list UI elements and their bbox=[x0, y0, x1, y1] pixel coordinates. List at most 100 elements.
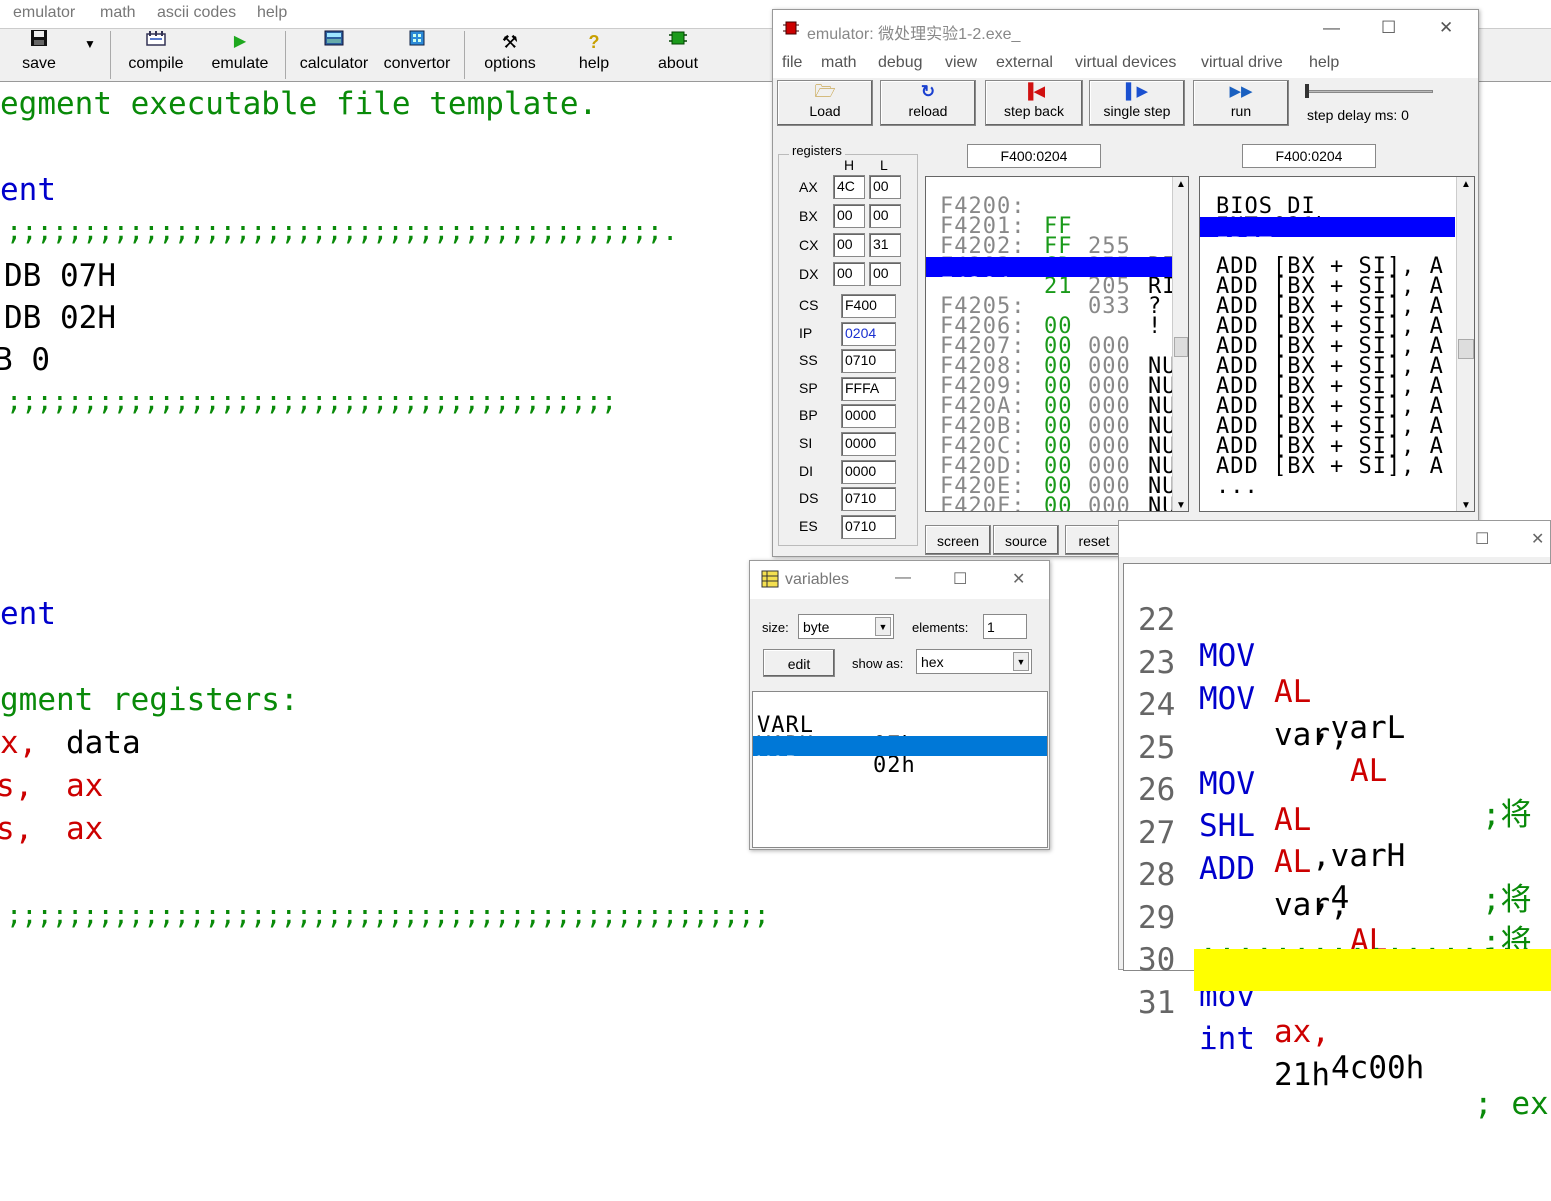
memory-row[interactable]: F4205: 00 000 NU bbox=[926, 277, 1188, 378]
memory-row[interactable]: F420D: 00 000 NU bbox=[926, 437, 1188, 512]
disasm-row[interactable]: ADD [BX + SI], A bbox=[1200, 357, 1455, 398]
memory-row[interactable]: F420A: 00 000 NU bbox=[926, 377, 1188, 478]
scroll-down-icon[interactable]: ▼ bbox=[1461, 500, 1471, 511]
disasm-row[interactable]: ADD [BX + SI], A bbox=[1200, 257, 1455, 298]
memory-row[interactable]: F4200: FF 255 RI bbox=[926, 177, 1188, 278]
register-low-field[interactable]: 00 bbox=[869, 262, 901, 286]
variable-row[interactable]: VARL 07h bbox=[753, 696, 1047, 757]
register-high-field[interactable]: 00 bbox=[833, 262, 865, 286]
disasm-row[interactable]: ADD [BX + SI], A bbox=[1200, 377, 1455, 418]
disasm-scrollbar[interactable]: ▲ ▼ bbox=[1456, 177, 1474, 511]
help-button[interactable]: ? help bbox=[566, 29, 622, 81]
emu-menu-math[interactable]: math bbox=[821, 54, 857, 72]
screen-button[interactable]: screen bbox=[925, 525, 991, 555]
menu-emulator[interactable]: emulator bbox=[13, 4, 75, 22]
disasm-row[interactable]: ADD [BX + SI], A bbox=[1200, 417, 1455, 458]
register-field[interactable]: 0000 bbox=[841, 432, 896, 456]
maximize-icon[interactable]: ☐ bbox=[953, 569, 967, 589]
register-field[interactable]: 0710 bbox=[841, 514, 896, 539]
reload-button[interactable]: ↻ reload bbox=[880, 80, 976, 126]
memory-row[interactable]: F420E: 00 000 NU bbox=[926, 457, 1188, 512]
register-field[interactable]: 0000 bbox=[841, 404, 896, 429]
minimize-icon[interactable]: — bbox=[1323, 18, 1340, 38]
memory-row[interactable]: F4209: 00 000 NU bbox=[926, 357, 1188, 458]
source-line[interactable]: 27 ADD var, AL bbox=[1124, 779, 1551, 959]
emulate-button[interactable]: ▶ emulate bbox=[204, 29, 276, 81]
source-line[interactable]: 29 ;;;;;;;;;;;;;;;;;; bbox=[1124, 864, 1551, 972]
disasm-row[interactable]: ADD [BX + SI], A bbox=[1200, 297, 1455, 338]
scroll-down-icon[interactable]: ▼ bbox=[1176, 500, 1186, 511]
register-field[interactable]: FFFA bbox=[841, 376, 896, 401]
variable-row[interactable]: VARH 02h bbox=[753, 716, 1047, 777]
disasm-row[interactable]: ADD [BX + SI], A bbox=[1200, 337, 1455, 378]
compile-button[interactable]: compile bbox=[120, 29, 192, 81]
about-button[interactable]: about bbox=[648, 29, 708, 81]
disasm-row[interactable]: ADD [BX + SI], A bbox=[1200, 317, 1455, 358]
register-high-field[interactable]: 00 bbox=[833, 204, 865, 228]
source-line[interactable]: 28 bbox=[1124, 821, 1551, 893]
restore-icon[interactable]: ☐ bbox=[1475, 529, 1489, 549]
emu-menu-external[interactable]: external bbox=[996, 54, 1053, 72]
close-icon[interactable]: ✕ bbox=[1531, 529, 1544, 549]
memory-row[interactable]: F4203: 21 033 ! bbox=[926, 237, 1188, 338]
disasm-row[interactable]: ADD [BX + SI], A bbox=[1200, 237, 1455, 278]
disassembly-list[interactable]: BIOS DI INT 021h IRET ADD [BX + SI], A A… bbox=[1199, 176, 1475, 512]
memory-row[interactable]: F4204: CF 207 ? bbox=[926, 257, 1188, 358]
disasm-row[interactable]: ADD [BX + SI], A bbox=[1200, 437, 1455, 478]
memory-row[interactable]: F4206: 00 000 NU bbox=[926, 297, 1188, 398]
menu-ascii-codes[interactable]: ascii codes bbox=[157, 4, 236, 22]
close-icon[interactable]: ✕ bbox=[1439, 18, 1453, 38]
step-delay-control[interactable]: step delay ms: 0 bbox=[1299, 80, 1439, 126]
source-line[interactable]: 25 MOV AL ,varH ;将 bbox=[1124, 694, 1551, 918]
variables-titlebar[interactable]: variables — ☐ ✕ bbox=[750, 561, 1049, 599]
save-button[interactable]: save bbox=[14, 29, 64, 81]
register-field[interactable]: 0710 bbox=[841, 349, 896, 374]
disasm-row[interactable]: INT 021h bbox=[1200, 197, 1455, 238]
variable-row[interactable]: VAR 27h bbox=[753, 736, 1047, 797]
load-button[interactable]: 🗁 Load bbox=[777, 80, 873, 126]
step-back-button[interactable]: ▐◀ step back bbox=[985, 80, 1083, 126]
disasm-row[interactable]: IRET bbox=[1200, 217, 1455, 258]
register-high-field[interactable]: 4C bbox=[833, 175, 865, 199]
memory-scroll-thumb[interactable] bbox=[1174, 337, 1188, 357]
source-code-view[interactable]: 22 MOV AL ,varL 23 MOV var, AL ;将 24 25 … bbox=[1123, 563, 1551, 1122]
emu-menu-file[interactable]: file bbox=[782, 54, 802, 72]
convertor-button[interactable]: convertor bbox=[376, 29, 458, 81]
memory-address-field[interactable]: F400:0204 bbox=[967, 144, 1101, 168]
memory-row[interactable]: F420B: 00 000 NU bbox=[926, 397, 1188, 498]
register-low-field[interactable]: 31 bbox=[869, 233, 901, 257]
disasm-row[interactable]: ADD [BX + SI], A bbox=[1200, 277, 1455, 318]
memory-row[interactable]: F4208: 00 000 NU bbox=[926, 337, 1188, 438]
calculator-button[interactable]: calculator bbox=[293, 29, 375, 81]
emu-menu-debug[interactable]: debug bbox=[878, 54, 923, 72]
variables-list[interactable]: VARL 07h VARH 02h VAR 27h bbox=[752, 691, 1048, 848]
disasm-address-field[interactable]: F400:0204 bbox=[1242, 144, 1376, 168]
memory-row[interactable]: F420C: 00 000 NU bbox=[926, 417, 1188, 512]
chevron-down-icon[interactable]: ▼ bbox=[1013, 652, 1029, 671]
run-button[interactable]: ▶▶ run bbox=[1193, 80, 1289, 126]
memory-row[interactable]: F4201: FF 255 RI bbox=[926, 197, 1188, 298]
step-delay-slider-thumb[interactable] bbox=[1305, 84, 1309, 98]
register-low-field[interactable]: 00 bbox=[869, 175, 901, 199]
size-select[interactable]: byte ▼ bbox=[798, 614, 894, 639]
maximize-icon[interactable]: ☐ bbox=[1381, 18, 1396, 38]
source-line[interactable]: 23 MOV var, AL ;将 bbox=[1124, 609, 1551, 833]
memory-list[interactable]: F4200: FF 255 RI F4201: FF 255 RI F4202:… bbox=[925, 176, 1189, 512]
menu-math[interactable]: math bbox=[100, 4, 136, 22]
single-step-button[interactable]: ▌▶ single step bbox=[1089, 80, 1185, 126]
source-line[interactable]: 30 mov ax, 4c00h ; ex bbox=[1124, 906, 1551, 1122]
minimize-icon[interactable]: — bbox=[895, 569, 911, 587]
edit-button[interactable]: edit bbox=[763, 649, 835, 677]
elements-input[interactable]: 1 bbox=[983, 614, 1027, 639]
memory-scrollbar[interactable]: ▲ ▼ bbox=[1172, 177, 1188, 511]
emu-menu-virtual-drive[interactable]: virtual drive bbox=[1201, 54, 1283, 72]
options-button[interactable]: ⚒ options bbox=[476, 29, 544, 81]
close-icon[interactable]: ✕ bbox=[1012, 569, 1025, 589]
memory-row[interactable]: F4202: CD 205 ? bbox=[926, 217, 1188, 318]
scroll-up-icon[interactable]: ▲ bbox=[1461, 179, 1471, 190]
source-line[interactable]: 26 SHL AL ,4 ;将 bbox=[1124, 736, 1551, 960]
source-line[interactable]: 22 MOV AL ,varL bbox=[1124, 566, 1551, 746]
disasm-row[interactable]: BIOS DI bbox=[1200, 177, 1455, 218]
chevron-down-icon[interactable]: ▼ bbox=[875, 617, 891, 636]
source-line[interactable]: 24 bbox=[1124, 651, 1551, 723]
